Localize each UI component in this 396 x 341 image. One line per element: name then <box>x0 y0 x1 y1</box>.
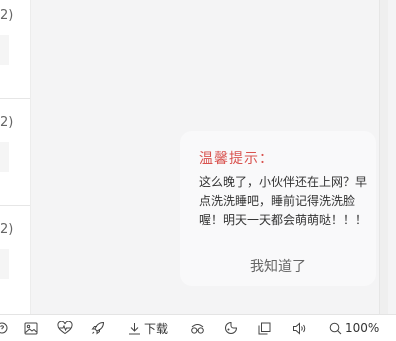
zoom-button[interactable]: 100% <box>329 315 379 341</box>
image-button[interactable] <box>24 315 38 341</box>
vr-glasses-icon <box>190 322 205 335</box>
download-label: 下载 <box>144 321 169 336</box>
list-item[interactable] <box>0 249 9 279</box>
vr-glasses-button[interactable] <box>190 315 205 341</box>
download-icon <box>128 322 141 335</box>
theme-button[interactable] <box>224 315 238 341</box>
theme-icon <box>224 321 238 335</box>
reminder-popup: 温馨提示： 这么晚了，小伙伴还在上网？早点洗洗睡吧，睡前记得洗洗脸喔！明天一天都… <box>180 131 376 286</box>
heartbeat-icon <box>57 321 73 335</box>
list-item-count: 2) <box>0 8 14 23</box>
download-button[interactable]: 下载 <box>128 315 168 341</box>
heartbeat-button[interactable] <box>57 315 73 341</box>
popup-message: 这么晚了，小伙伴还在上网？早点洗洗睡吧，睡前记得洗洗脸喔！明天一天都会萌萌哒！！… <box>199 175 368 227</box>
window-button[interactable] <box>258 315 271 341</box>
list-item-count: 2) <box>0 222 14 237</box>
rocket-icon <box>91 321 105 335</box>
zoom-level: 100% <box>345 321 380 335</box>
vertical-scrollbar[interactable] <box>379 0 388 314</box>
rocket-button[interactable] <box>91 315 105 341</box>
list-divider <box>0 205 30 206</box>
volume-button[interactable] <box>292 315 307 341</box>
list-divider <box>0 98 30 99</box>
image-icon <box>24 322 38 335</box>
list-item[interactable] <box>0 35 9 65</box>
help-button[interactable] <box>0 315 8 341</box>
list-item-count: 2) <box>0 115 14 130</box>
status-toolbar: 下载 100% <box>0 314 396 341</box>
list-item[interactable] <box>0 142 9 172</box>
volume-icon <box>292 321 307 335</box>
acknowledge-button[interactable]: 我知道了 <box>180 256 376 276</box>
popup-title: 温馨提示： <box>199 151 274 167</box>
window-icon <box>258 322 271 335</box>
zoom-icon <box>329 322 342 335</box>
help-icon <box>0 322 8 334</box>
left-list-panel: 2) 2) 2) <box>0 0 31 314</box>
